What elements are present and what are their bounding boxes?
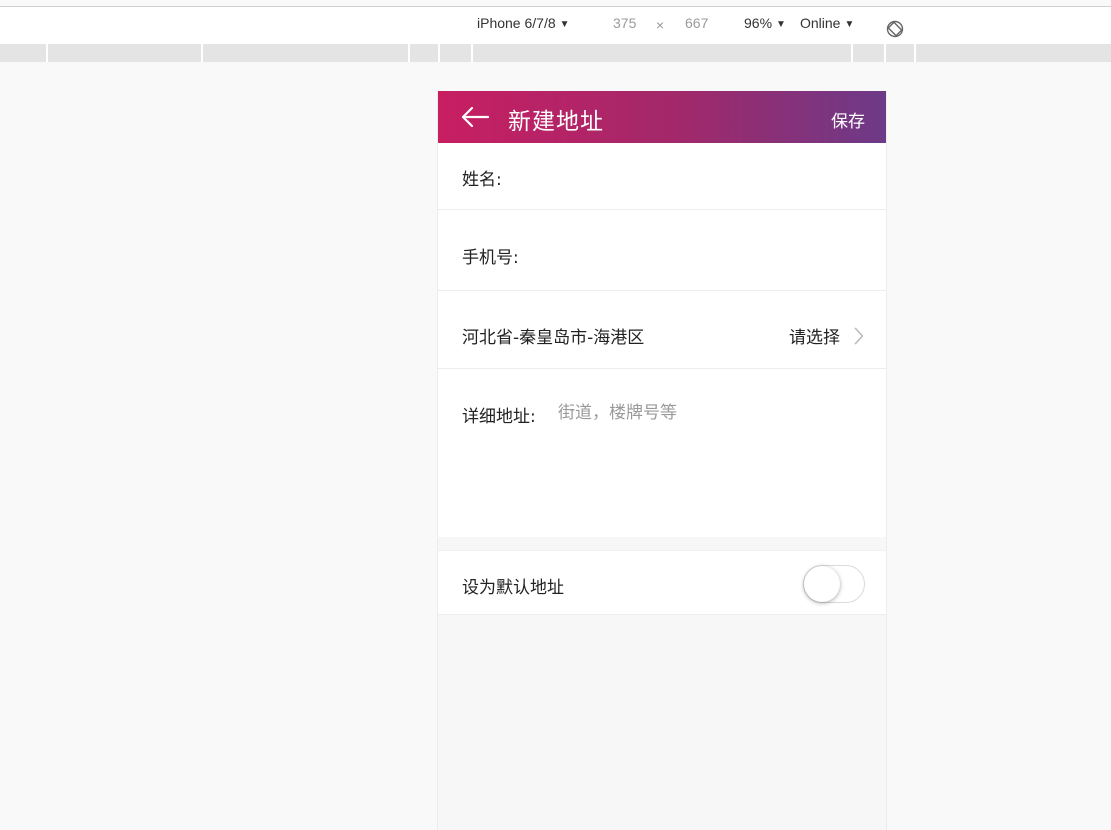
- device-select[interactable]: iPhone 6/7/8 ▼: [477, 15, 570, 31]
- detail-address-input[interactable]: [558, 400, 863, 510]
- name-input[interactable]: [508, 163, 858, 189]
- app-header: 新建地址 保存: [438, 91, 886, 143]
- network-value: Online: [800, 15, 841, 31]
- media-query-bar: [0, 44, 1111, 62]
- throttle-select[interactable]: Online ▼: [800, 15, 854, 31]
- name-label: 姓名:: [462, 170, 502, 190]
- device-toolbar: iPhone 6/7/8 ▼ 375 × 667 96% ▼ Online ▼: [0, 6, 1111, 47]
- detail-address-label: 详细地址:: [462, 407, 536, 427]
- viewport-width-input[interactable]: 375: [613, 15, 636, 31]
- dimension-separator: ×: [656, 17, 665, 33]
- dropdown-caret-icon: ▼: [776, 19, 786, 30]
- region-selector[interactable]: 河北省-秦皇岛市-海港区 请选择: [438, 291, 886, 369]
- zoom-select[interactable]: 96% ▼: [744, 15, 786, 31]
- dropdown-caret-icon: ▼: [559, 19, 570, 30]
- phone-label: 手机号:: [462, 248, 519, 268]
- phone-input[interactable]: [526, 241, 856, 267]
- detail-address-row: 详细地址:: [438, 369, 886, 537]
- media-query-divider: [851, 44, 853, 62]
- default-address-label: 设为默认地址: [462, 578, 564, 598]
- back-arrow-icon[interactable]: [460, 106, 490, 128]
- default-address-toggle[interactable]: [803, 565, 865, 603]
- media-query-divider: [46, 44, 48, 62]
- media-query-divider: [201, 44, 203, 62]
- region-value: 河北省-秦皇岛市-海港区: [462, 328, 645, 348]
- dropdown-caret-icon: ▼: [844, 19, 855, 30]
- name-row: 姓名:: [438, 143, 886, 210]
- media-query-divider: [884, 44, 886, 62]
- media-query-divider: [408, 44, 410, 62]
- media-query-divider: [914, 44, 916, 62]
- region-select-label: 请选择: [789, 328, 840, 348]
- page-title: 新建地址: [508, 109, 604, 135]
- rotate-icon[interactable]: [886, 20, 904, 38]
- phone-viewport: 新建地址 保存 姓名: 手机号: 河北省-秦皇岛市-海港区 请选择 详细地址: …: [437, 91, 887, 830]
- chevron-right-icon: [854, 327, 864, 345]
- media-query-divider: [471, 44, 473, 62]
- zoom-value: 96%: [744, 15, 773, 31]
- device-name: iPhone 6/7/8: [477, 15, 556, 31]
- save-button[interactable]: 保存: [831, 107, 865, 132]
- media-query-divider: [438, 44, 440, 62]
- viewport-height-input[interactable]: 667: [685, 15, 708, 31]
- phone-row: 手机号:: [438, 210, 886, 291]
- default-address-row: 设为默认地址: [438, 550, 886, 615]
- toggle-knob: [804, 566, 840, 602]
